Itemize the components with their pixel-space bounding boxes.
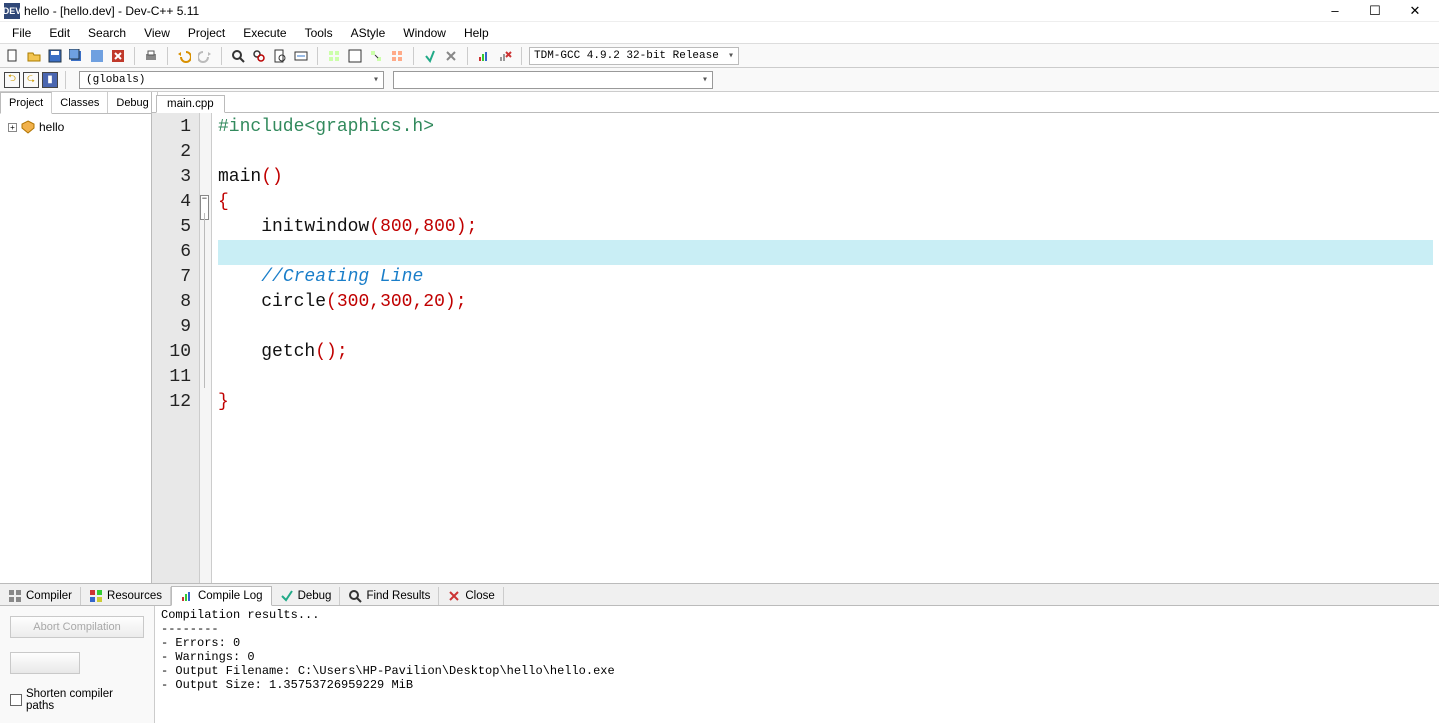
- delete-profile-icon[interactable]: [496, 47, 514, 65]
- close-file-icon[interactable]: [109, 47, 127, 65]
- bottom-tab-label: Resources: [107, 590, 162, 602]
- save-all-icon[interactable]: [67, 47, 85, 65]
- sidebar-tab-debug[interactable]: Debug: [108, 92, 157, 113]
- run-icon[interactable]: [346, 47, 364, 65]
- menu-project[interactable]: Project: [180, 24, 233, 42]
- scope-members-dropdown[interactable]: [393, 71, 713, 89]
- goto-icon[interactable]: [292, 47, 310, 65]
- compiler-select-value: TDM-GCC 4.9.2 32-bit Release: [534, 50, 719, 62]
- bottom-tab-label: Compile Log: [198, 590, 263, 602]
- menu-execute[interactable]: Execute: [235, 24, 294, 42]
- go-forward-icon[interactable]: ⮎: [23, 72, 39, 88]
- maximize-button[interactable]: ☐: [1355, 0, 1395, 22]
- redo-icon[interactable]: [196, 47, 214, 65]
- save-icon[interactable]: [46, 47, 64, 65]
- line-gutter: 123456789101112: [152, 113, 200, 583]
- x-icon: [447, 589, 461, 603]
- menu-tools[interactable]: Tools: [297, 24, 341, 42]
- bottom-tab-label: Find Results: [366, 590, 430, 602]
- bottom-tab-resources[interactable]: Resources: [81, 587, 171, 605]
- bottom-tab-compiler[interactable]: Compiler: [0, 587, 81, 605]
- debug-icon[interactable]: [421, 47, 439, 65]
- bottom-tab-label: Compiler: [26, 590, 72, 602]
- go-back-icon[interactable]: ⮌: [4, 72, 20, 88]
- find-in-files-icon[interactable]: [271, 47, 289, 65]
- find-icon[interactable]: [229, 47, 247, 65]
- abort-label: Abort Compilation: [33, 621, 120, 633]
- shorten-paths-label: Shorten compiler paths: [26, 688, 144, 712]
- menu-astyle[interactable]: AStyle: [343, 24, 394, 42]
- search-icon: [348, 589, 362, 603]
- project-icon: [21, 120, 35, 134]
- editor-tabs: main.cpp: [152, 92, 1439, 113]
- secondary-toolbar: ⮌ ⮎ ▮ (globals): [0, 68, 1439, 92]
- bottom-tab-close[interactable]: Close: [439, 587, 503, 605]
- bottom-tabs: Compiler Resources Compile Log Debug Find Re…: [0, 584, 1439, 606]
- print-icon[interactable]: [142, 47, 160, 65]
- replace-icon[interactable]: [250, 47, 268, 65]
- menu-search[interactable]: Search: [80, 24, 134, 42]
- compile-run-icon[interactable]: [367, 47, 385, 65]
- check-icon: [280, 589, 294, 603]
- main-toolbar: TDM-GCC 4.9.2 32-bit Release: [0, 44, 1439, 68]
- scope-globals-value: (globals): [86, 74, 145, 86]
- stop-icon[interactable]: [442, 47, 460, 65]
- checkbox-icon: [10, 694, 22, 706]
- bottom-tab-compile-log[interactable]: Compile Log: [171, 586, 272, 606]
- shorten-paths-checkbox[interactable]: Shorten compiler paths: [10, 688, 144, 712]
- bottom-tab-label: Close: [465, 590, 494, 602]
- app-icon: DEV: [4, 3, 20, 19]
- sidebar: ProjectClassesDebug + hello: [0, 92, 152, 583]
- close-button[interactable]: ✕: [1395, 0, 1435, 22]
- sidebar-tab-classes[interactable]: Classes: [52, 92, 108, 113]
- compile-icon[interactable]: [325, 47, 343, 65]
- blank-button[interactable]: [10, 652, 80, 674]
- bookmark-icon[interactable]: ▮: [42, 72, 58, 88]
- grid-icon: [8, 589, 22, 603]
- expand-icon[interactable]: +: [8, 123, 17, 132]
- rebuild-icon[interactable]: [388, 47, 406, 65]
- bottom-panel: Compiler Resources Compile Log Debug Find Re…: [0, 583, 1439, 723]
- code-body[interactable]: #include<graphics.h> main(){ initwindow(…: [212, 113, 1439, 583]
- fold-gutter: −: [200, 113, 212, 583]
- titlebar: DEV hello - [hello.dev] - Dev-C++ 5.11 –…: [0, 0, 1439, 22]
- chart-icon: [180, 589, 194, 603]
- editor-tab-main[interactable]: main.cpp: [156, 95, 225, 113]
- compiler-select[interactable]: TDM-GCC 4.9.2 32-bit Release: [529, 47, 739, 65]
- scope-globals-dropdown[interactable]: (globals): [79, 71, 384, 89]
- sidebar-tab-project[interactable]: Project: [0, 92, 52, 114]
- compile-log-controls: Abort Compilation Shorten compiler paths: [0, 606, 155, 723]
- menu-help[interactable]: Help: [456, 24, 497, 42]
- tree-root[interactable]: + hello: [4, 118, 147, 136]
- new-file-icon[interactable]: [4, 47, 22, 65]
- minimize-button[interactable]: –: [1315, 0, 1355, 22]
- undo-icon[interactable]: [175, 47, 193, 65]
- sidebar-tabs: ProjectClassesDebug: [0, 92, 151, 114]
- main-area: ProjectClassesDebug + hello main.cpp 123…: [0, 92, 1439, 583]
- code-editor[interactable]: 123456789101112 − #include<graphics.h> m…: [152, 113, 1439, 583]
- menu-view[interactable]: View: [136, 24, 178, 42]
- menu-window[interactable]: Window: [395, 24, 454, 42]
- tree-root-label: hello: [39, 120, 64, 134]
- editor-tab-label: main.cpp: [167, 98, 214, 110]
- save-project-icon[interactable]: [88, 47, 106, 65]
- project-tree: + hello: [0, 114, 151, 140]
- open-icon[interactable]: [25, 47, 43, 65]
- bottom-tab-debug[interactable]: Debug: [272, 587, 341, 605]
- abort-compilation-button[interactable]: Abort Compilation: [10, 616, 144, 638]
- window-title: hello - [hello.dev] - Dev-C++ 5.11: [24, 4, 1315, 18]
- compile-log-output[interactable]: Compilation results... -------- - Errors…: [155, 606, 1439, 723]
- menu-edit[interactable]: Edit: [41, 24, 78, 42]
- bottom-body: Abort Compilation Shorten compiler paths…: [0, 606, 1439, 723]
- editor-area: main.cpp 123456789101112 − #include<grap…: [152, 92, 1439, 583]
- grid-color-icon: [89, 589, 103, 603]
- profile-icon[interactable]: [475, 47, 493, 65]
- bottom-tab-find-results[interactable]: Find Results: [340, 587, 439, 605]
- menubar: FileEditSearchViewProjectExecuteToolsASt…: [0, 22, 1439, 44]
- menu-file[interactable]: File: [4, 24, 39, 42]
- bottom-tab-label: Debug: [298, 590, 332, 602]
